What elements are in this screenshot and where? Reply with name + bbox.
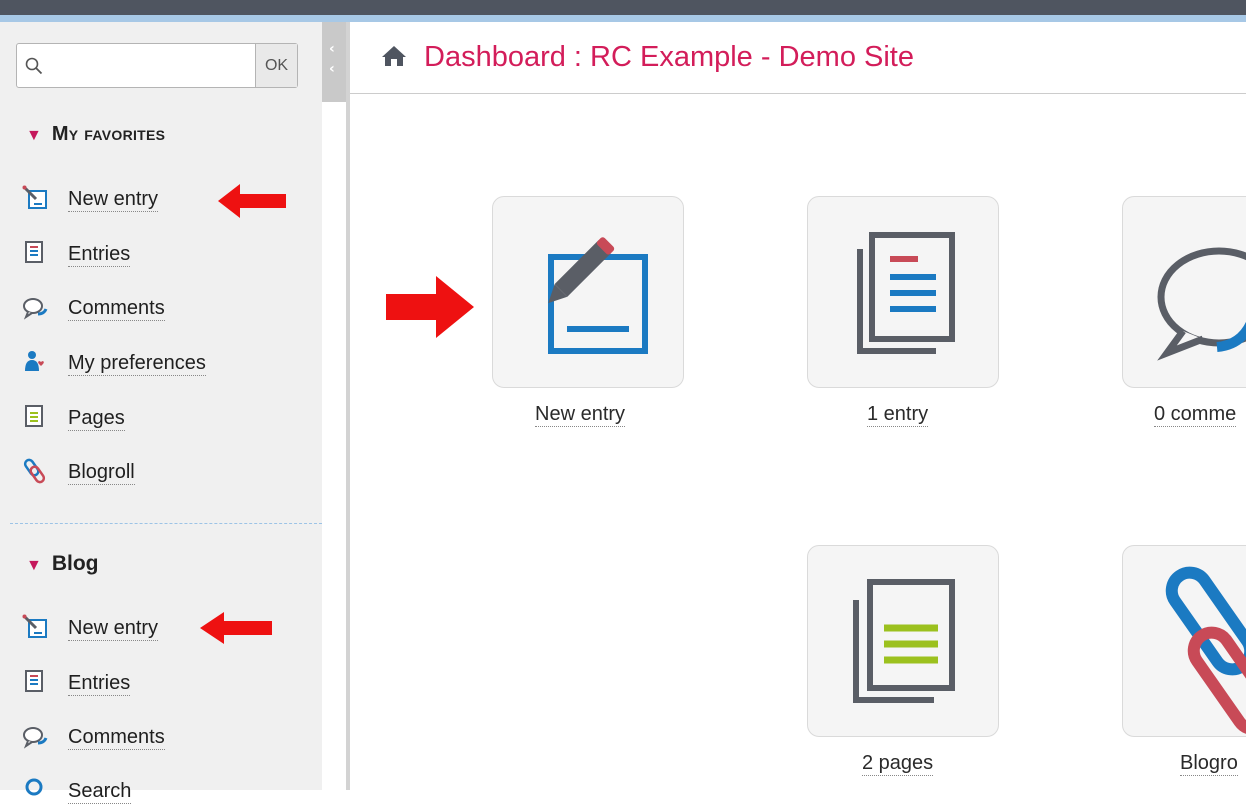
- sidebar-collapse-handle[interactable]: ‹ ‹: [322, 22, 346, 102]
- sidebar-item-fav-pages[interactable]: Pages: [22, 400, 302, 436]
- tile-label[interactable]: 0 comme: [1154, 402, 1237, 427]
- top-bar-stripe: [0, 15, 1246, 22]
- sidebar-item-blog-search[interactable]: Search: [22, 773, 302, 809]
- sidebar-item-label: Search: [68, 780, 132, 804]
- page-title-text: Dashboard : RC Example - Demo Site: [424, 41, 914, 73]
- sidebar-item-label: New entry: [68, 617, 159, 641]
- pages-icon: [853, 579, 955, 703]
- annotation-arrow-left: [200, 612, 272, 644]
- entries-icon: [25, 670, 43, 692]
- search-input[interactable]: [47, 46, 255, 85]
- annotation-arrow-left: [218, 184, 286, 218]
- new-entry-icon: [22, 185, 47, 209]
- blog-section-toggle[interactable]: ▼ Blog: [26, 552, 99, 576]
- new-entry-icon: [548, 237, 648, 354]
- sidebar-item-fav-preferences[interactable]: My preferences: [22, 345, 302, 381]
- sidebar-item-label: Pages: [68, 407, 125, 431]
- pages-icon: [25, 405, 43, 427]
- tile-pages[interactable]: [807, 545, 999, 737]
- preferences-icon: [25, 351, 44, 371]
- new-entry-icon: [22, 614, 47, 638]
- favorites-section-toggle[interactable]: ▼ My favorites: [26, 123, 165, 146]
- comments-icon: [23, 727, 48, 749]
- sidebar-item-fav-blogroll[interactable]: Blogroll: [22, 454, 302, 490]
- favorites-title: My favorites: [51, 123, 166, 145]
- blog-title: Blog: [51, 552, 99, 575]
- entries-icon: [857, 232, 955, 354]
- sidebar-item-label: Blogroll: [68, 461, 135, 485]
- tile-comments[interactable]: [1122, 196, 1246, 388]
- blogroll-icon: [1165, 566, 1246, 736]
- sidebar-item-label: My preferences: [68, 352, 206, 376]
- comments-icon: [1157, 247, 1246, 361]
- sidebar-divider: [346, 22, 350, 790]
- tile-entries[interactable]: [807, 196, 999, 388]
- tile-label[interactable]: Blogro: [1180, 751, 1238, 776]
- sidebar-item-label: Comments: [68, 726, 165, 750]
- annotation-arrow-right: [386, 276, 474, 338]
- tile-label[interactable]: 2 pages: [862, 751, 934, 776]
- blogroll-icon: [23, 458, 46, 484]
- top-bar: [0, 0, 1246, 22]
- home-icon: [382, 46, 406, 66]
- chevron-left-icon: ‹: [329, 41, 335, 57]
- tile-label[interactable]: New entry: [535, 402, 626, 427]
- search-ok-button[interactable]: OK: [255, 44, 297, 87]
- search-icon: [25, 778, 43, 796]
- sidebar-item-label: Entries: [68, 243, 131, 267]
- sidebar-item-label: New entry: [68, 188, 159, 212]
- entries-icon: [25, 241, 43, 263]
- sidebar-item-label: Comments: [68, 297, 165, 321]
- sidebar-item-fav-entries[interactable]: Entries: [22, 236, 302, 272]
- search-box: OK: [16, 43, 298, 88]
- sidebar-item-blog-entries[interactable]: Entries: [22, 665, 302, 701]
- tile-label[interactable]: 1 entry: [867, 402, 929, 427]
- search-icon: [25, 57, 43, 75]
- sidebar-item-label: Entries: [68, 672, 131, 696]
- section-divider: [10, 523, 322, 524]
- sidebar-item-blog-comments[interactable]: Comments: [22, 719, 302, 755]
- chevron-left-icon: ‹: [329, 61, 335, 77]
- triangle-down-icon: ▼: [26, 557, 42, 574]
- sidebar-item-fav-comments[interactable]: Comments: [22, 290, 302, 326]
- comments-icon: [23, 298, 48, 320]
- tile-new-entry[interactable]: [492, 196, 684, 388]
- triangle-down-icon: ▼: [26, 127, 42, 144]
- title-rule: [350, 93, 1246, 94]
- tile-blogroll[interactable]: [1122, 545, 1246, 737]
